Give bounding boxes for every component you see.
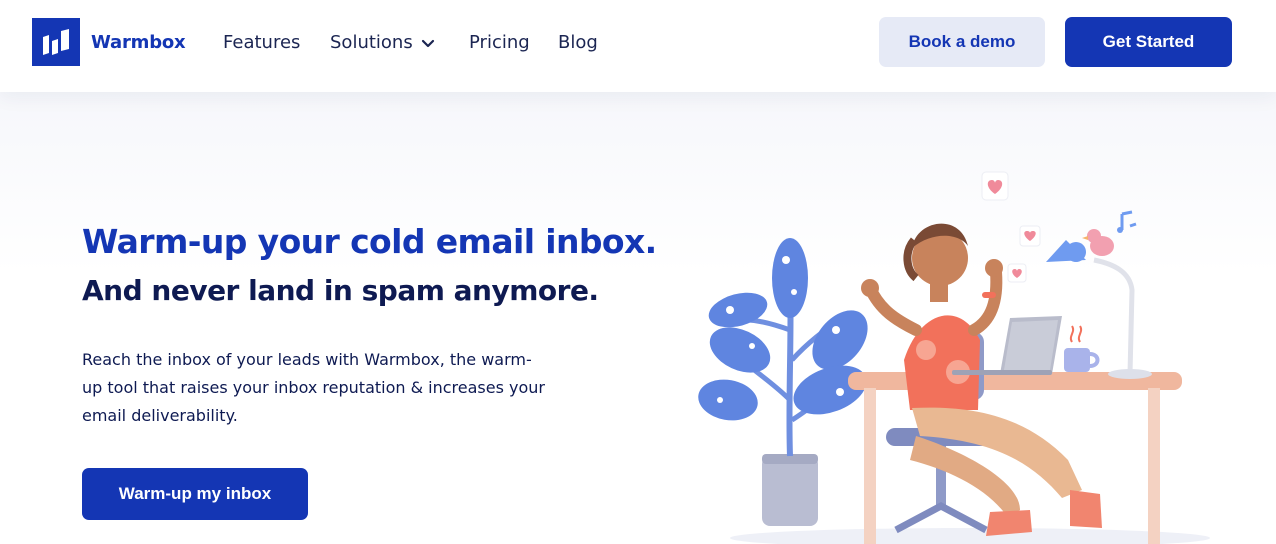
nav-blog[interactable]: Blog <box>558 32 598 53</box>
book-demo-button[interactable]: Book a demo <box>879 17 1045 67</box>
warm-up-inbox-button[interactable]: Warm-up my inbox <box>82 468 308 520</box>
nav-features[interactable]: Features <box>223 32 300 53</box>
nav-solutions-label: Solutions <box>330 32 413 53</box>
brand-logo[interactable]: Warmbox <box>32 18 186 66</box>
brand-name: Warmbox <box>91 31 186 53</box>
hero-description: Reach the inbox of your leads with Warmb… <box>82 350 546 425</box>
hero-subtitle: And never land in spam anymore. <box>82 274 599 307</box>
warmbox-logo-icon <box>32 18 80 66</box>
hero-illustration <box>690 160 1210 544</box>
get-started-button[interactable]: Get Started <box>1065 17 1232 67</box>
nav-pricing[interactable]: Pricing <box>469 32 530 53</box>
chevron-down-icon <box>421 33 435 54</box>
mug-illustration <box>1064 325 1100 372</box>
bird-illustration <box>1082 229 1114 256</box>
nav-solutions[interactable]: Solutions <box>330 32 435 54</box>
site-header: Warmbox Features Solutions Pricing Blog … <box>0 0 1276 92</box>
hero-title: Warm-up your cold email inbox. <box>82 222 657 261</box>
